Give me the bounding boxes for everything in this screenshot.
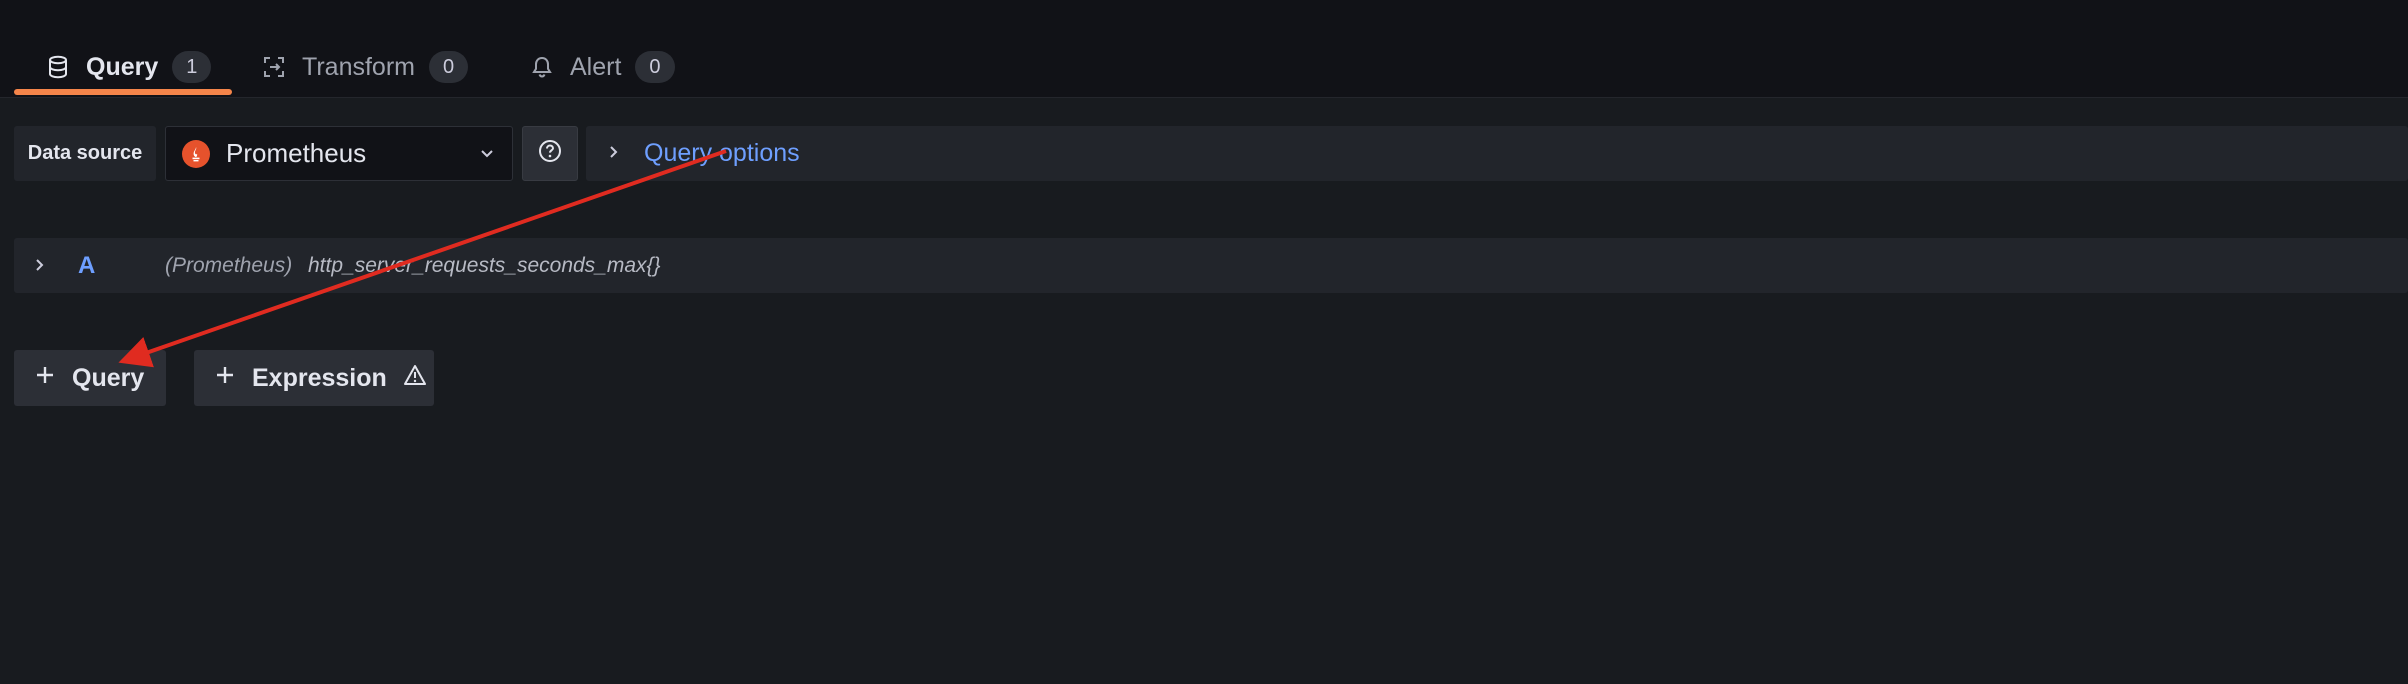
query-options-label: Query options <box>644 139 800 167</box>
tab-bar: Query 1 Transform 0 Alert 0 <box>0 0 2408 98</box>
add-expression-label: Expression <box>252 363 387 392</box>
datasource-label: Data source <box>14 126 156 181</box>
datasource-name: Prometheus <box>226 138 367 168</box>
chevron-right-icon <box>606 139 622 168</box>
annotation-arrow <box>118 149 727 368</box>
tab-query-label: Query <box>86 52 159 81</box>
chevron-right-icon[interactable] <box>32 252 48 283</box>
warning-icon <box>403 364 427 393</box>
tab-alert-label: Alert <box>570 52 622 81</box>
datasource-picker[interactable]: Prometheus <box>165 126 513 181</box>
tab-transform-count: 0 <box>428 51 469 83</box>
add-query-label: Query <box>72 363 145 392</box>
query-editor-page: Query 1 Transform 0 Alert 0 Data source … <box>0 0 2408 684</box>
query-expression: http_server_requests_seconds_max{} <box>308 253 661 277</box>
plus-icon <box>34 364 56 393</box>
datasource-help-button[interactable] <box>522 126 578 181</box>
add-query-button[interactable]: Query <box>14 350 166 406</box>
bell-icon <box>528 53 556 81</box>
query-row-a[interactable]: A (Prometheus) http_server_requests_seco… <box>14 238 2408 293</box>
tab-transform-label: Transform <box>302 52 415 81</box>
query-datasource: (Prometheus) <box>165 253 293 277</box>
tab-transform[interactable]: Transform 0 <box>260 40 469 94</box>
database-icon <box>44 53 72 81</box>
add-expression-button[interactable]: Expression <box>194 350 434 406</box>
plus-icon <box>214 364 236 393</box>
active-tab-indicator <box>14 89 232 95</box>
transform-icon <box>260 53 288 81</box>
prometheus-logo-icon <box>182 139 210 168</box>
chevron-down-icon <box>478 138 496 169</box>
tab-alert[interactable]: Alert 0 <box>528 40 675 94</box>
tab-query-count: 1 <box>172 51 212 83</box>
tab-alert-count: 0 <box>635 51 675 83</box>
query-ref-id[interactable]: A <box>78 252 95 280</box>
question-circle-icon <box>537 138 563 169</box>
tab-query[interactable]: Query 1 <box>44 40 212 94</box>
query-options-toggle[interactable]: Query options <box>586 126 2408 181</box>
